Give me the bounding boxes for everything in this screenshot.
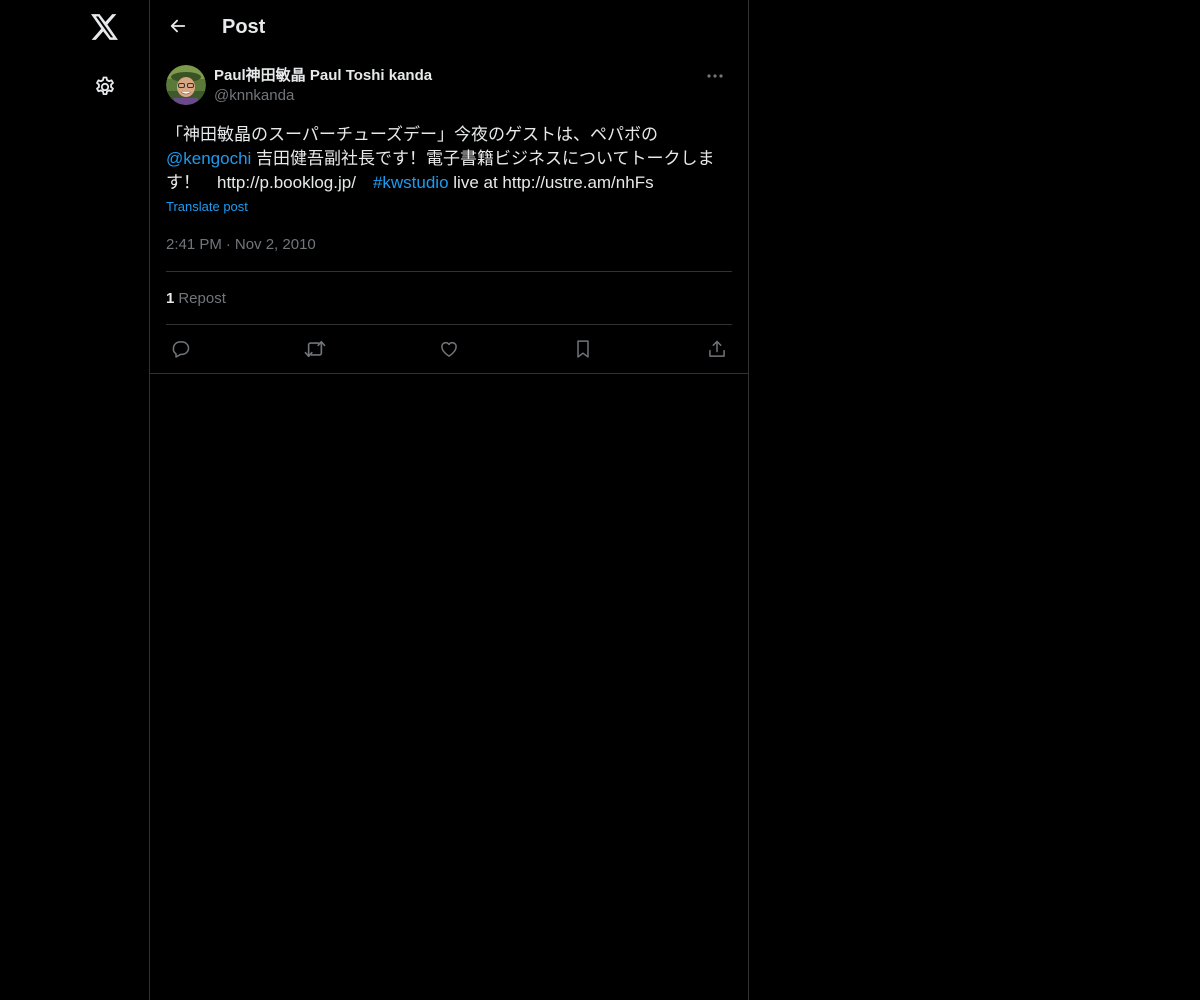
mention-link[interactable]: @kengochi: [166, 149, 251, 168]
post-detail: Paul神田敏晶 Paul Toshi kanda @knnkanda 「神田敏…: [150, 53, 748, 374]
more-dots-icon: [707, 74, 723, 78]
post-date[interactable]: Nov 2, 2010: [235, 236, 316, 253]
post-stats: 1 Repost: [166, 272, 732, 325]
bookmark-button[interactable]: [572, 338, 594, 360]
translate-post-link[interactable]: Translate post: [166, 199, 248, 215]
reply-icon: [171, 339, 191, 359]
repost-icon: [304, 339, 326, 359]
avatar[interactable]: [166, 65, 206, 105]
author-row: Paul神田敏晶 Paul Toshi kanda @knnkanda: [166, 53, 732, 117]
post-actions: [166, 325, 732, 373]
author-display-name[interactable]: Paul神田敏晶 Paul Toshi kanda: [214, 66, 432, 86]
repost-button[interactable]: [304, 338, 326, 360]
settings-button[interactable]: [83, 65, 127, 109]
main-column: Post Paul神田敏晶 Paul Toshi kanda @knnkanda…: [150, 0, 749, 1000]
x-logo-link[interactable]: [83, 5, 127, 49]
hashtag-link[interactable]: #kwstudio: [373, 173, 449, 192]
post-text-part3: live at http://ustre.am/nhFs: [448, 173, 654, 192]
share-icon: [707, 339, 727, 359]
sidebar: [0, 0, 150, 1000]
repost-count: 1: [166, 289, 175, 307]
arrow-left-icon: [169, 17, 187, 35]
repost-stat[interactable]: 1 Repost: [166, 290, 226, 307]
x-logo-icon: [91, 14, 119, 40]
reply-button[interactable]: [170, 338, 192, 360]
page-title: Post: [222, 16, 266, 38]
gear-icon: [93, 75, 117, 99]
author-handle[interactable]: @knnkanda: [214, 86, 432, 106]
page-header: Post: [150, 0, 748, 53]
repost-label: Repost: [178, 289, 226, 307]
like-button[interactable]: [438, 338, 460, 360]
meta-separator: ·: [225, 236, 231, 253]
post-text-part1: 「神田敏晶のスーパーチューズデー」今夜のゲストは、ペパボの: [166, 125, 658, 144]
back-button[interactable]: [160, 8, 196, 44]
author-names: Paul神田敏晶 Paul Toshi kanda @knnkanda: [214, 66, 432, 106]
bookmark-icon: [574, 339, 592, 359]
post-text: 「神田敏晶のスーパーチューズデー」今夜のゲストは、ペパボの @kengochi …: [166, 123, 732, 195]
post-time[interactable]: 2:41 PM: [166, 236, 222, 253]
more-options-button[interactable]: [698, 59, 732, 93]
share-button[interactable]: [706, 338, 728, 360]
like-icon: [439, 339, 459, 359]
post-timestamp: 2:41 PM · Nov 2, 2010: [166, 235, 732, 272]
